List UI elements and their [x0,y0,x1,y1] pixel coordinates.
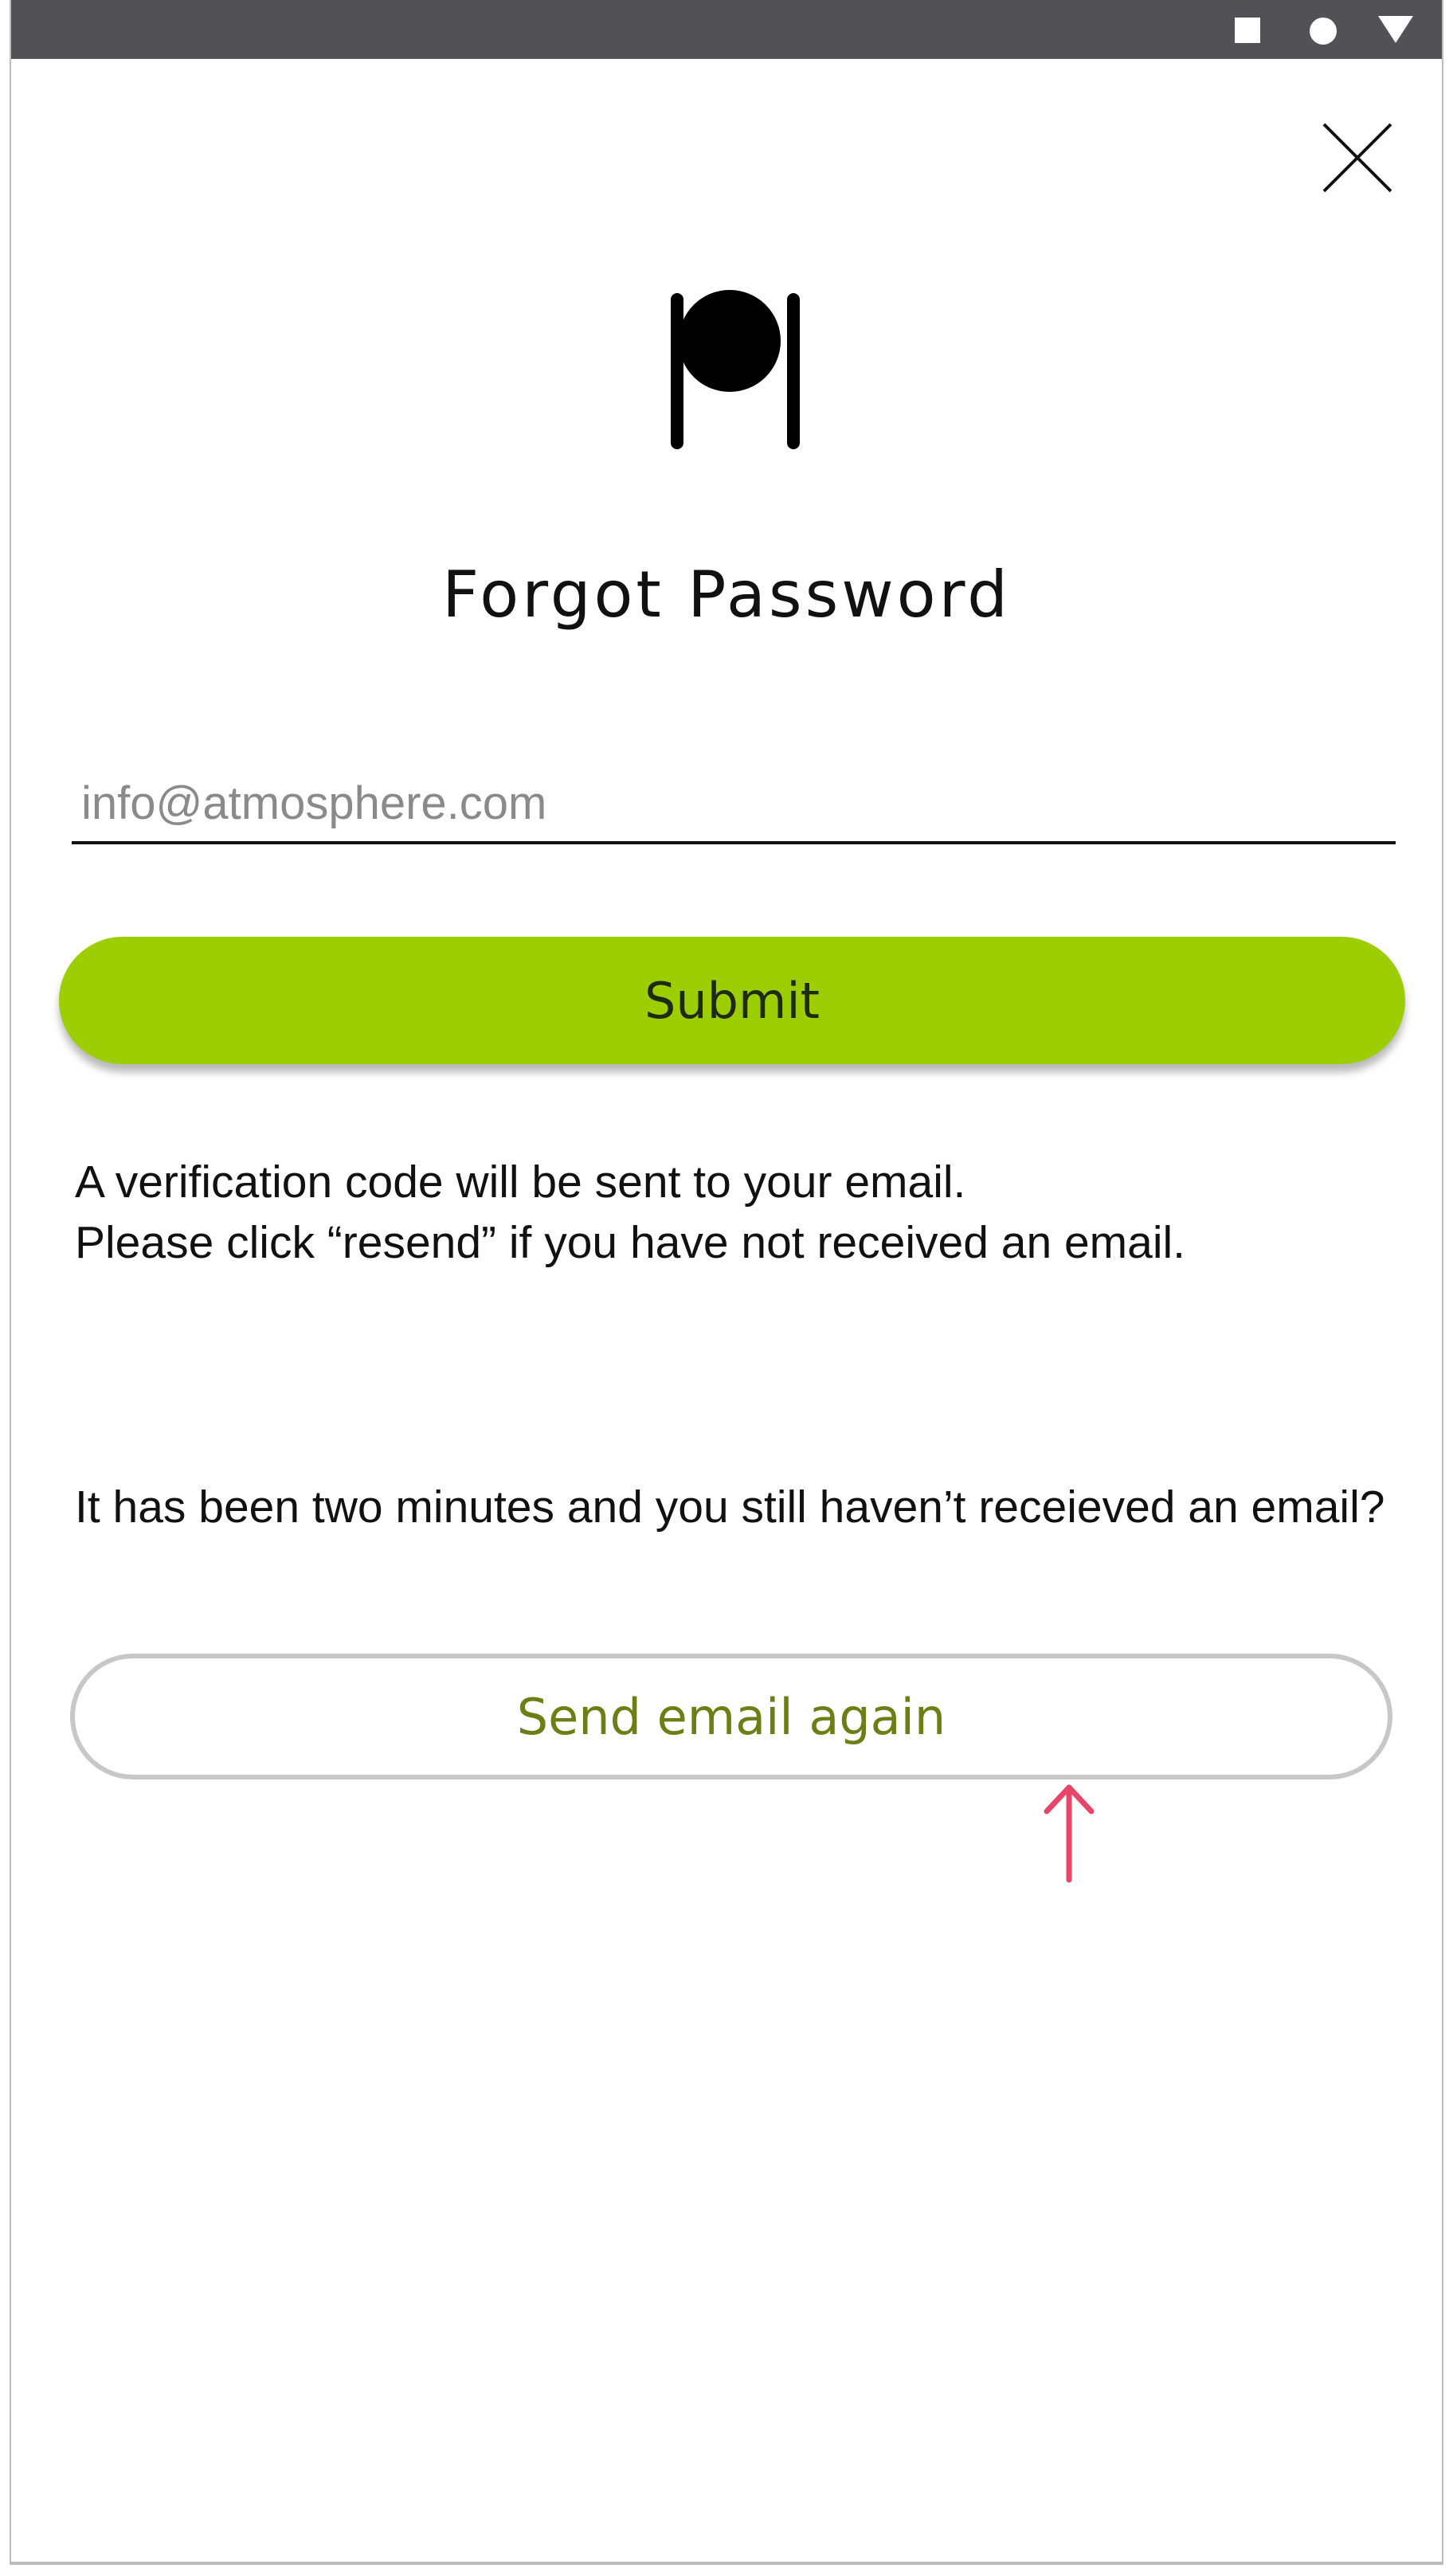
submit-button[interactable]: Submit [59,937,1405,1064]
status-bar [11,0,1442,59]
plate-logo-icon [663,287,809,456]
close-icon[interactable] [1318,118,1397,198]
arrow-up-icon [1044,1781,1095,1883]
info-line-2: Please click “resend” if you have not re… [75,1217,1186,1268]
verification-info: A verification code will be sent to your… [75,1152,1381,1273]
send-email-again-button[interactable]: Send email again [70,1654,1392,1779]
circle-icon [1310,18,1337,45]
phone-frame: Forgot Password Submit A verification co… [10,0,1443,2565]
triangle-down-icon [1378,16,1413,43]
info-line-1: A verification code will be sent to your… [75,1157,966,1208]
square-icon [1235,18,1260,43]
email-field[interactable] [72,765,1396,844]
page-title: Forgot Password [442,558,1011,632]
resend-prompt: It has been two minutes and you still ha… [75,1482,1385,1533]
